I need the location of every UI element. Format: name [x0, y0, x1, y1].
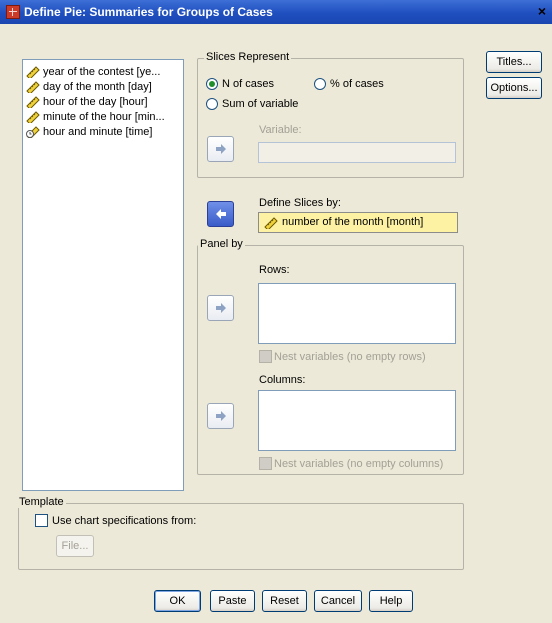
variable-label: Variable:	[259, 124, 302, 136]
list-item-label: hour of the day [hour]	[43, 96, 148, 108]
scale-ruler-icon	[26, 96, 40, 110]
close-icon[interactable]: ×	[534, 3, 550, 19]
window-title: Define Pie: Summaries for Groups of Case…	[24, 5, 273, 19]
slices-represent-legend: Slices Represent	[204, 51, 292, 63]
template-legend: Template	[17, 496, 66, 508]
pct-of-cases-label[interactable]: % of cases	[330, 78, 384, 90]
options-button[interactable]: Options...	[486, 77, 542, 99]
scale-ruler-icon	[26, 111, 40, 125]
nest-rows-label: Nest variables (no empty rows)	[274, 351, 426, 363]
columns-label: Columns:	[259, 374, 306, 386]
chart-app-icon	[6, 5, 20, 19]
rows-list[interactable]	[258, 283, 456, 344]
list-item[interactable]: year of the contest [ye...	[26, 65, 160, 80]
arrow-left-icon	[215, 209, 226, 219]
arrow-right-icon	[215, 411, 226, 421]
list-item[interactable]: hour of the day [hour]	[26, 95, 148, 110]
arrow-right-icon	[215, 144, 226, 154]
sum-of-variable-radio[interactable]	[206, 98, 218, 110]
scale-ruler-icon	[264, 217, 278, 229]
nest-columns-checkbox[interactable]	[259, 457, 272, 470]
pct-of-cases-radio[interactable]	[314, 78, 326, 90]
define-slices-label: Define Slices by:	[259, 197, 341, 209]
move-variable-button[interactable]	[207, 136, 234, 162]
list-item-label: hour and minute [time]	[43, 126, 153, 138]
define-slices-value: number of the month [month]	[282, 216, 424, 228]
cancel-button[interactable]: Cancel	[314, 590, 362, 612]
move-columns-button[interactable]	[207, 403, 234, 429]
reset-button[interactable]: Reset	[262, 590, 307, 612]
use-chart-spec-label[interactable]: Use chart specifications from:	[52, 515, 196, 527]
variable-field[interactable]	[258, 142, 456, 163]
move-define-slices-button[interactable]	[207, 201, 234, 227]
titles-button[interactable]: Titles...	[486, 51, 542, 73]
file-button[interactable]: File...	[56, 535, 94, 557]
arrow-right-icon	[215, 303, 226, 313]
columns-list[interactable]	[258, 390, 456, 451]
list-item-label: year of the contest [ye...	[43, 66, 161, 78]
sum-of-variable-label[interactable]: Sum of variable	[222, 98, 298, 110]
scale-ruler-icon	[26, 81, 40, 95]
use-chart-spec-checkbox[interactable]	[35, 514, 48, 527]
list-item[interactable]: hour and minute [time]	[26, 125, 152, 140]
n-of-cases-radio[interactable]	[206, 78, 218, 90]
ok-button[interactable]: OK	[154, 590, 201, 612]
date-time-ruler-icon	[26, 126, 40, 140]
paste-button[interactable]: Paste	[210, 590, 255, 612]
list-item-label: day of the month [day]	[43, 81, 152, 93]
define-slices-field[interactable]: number of the month [month]	[258, 212, 458, 233]
rows-label: Rows:	[259, 264, 290, 276]
list-item[interactable]: minute of the hour [min...	[26, 110, 165, 125]
nest-columns-label: Nest variables (no empty columns)	[274, 458, 444, 470]
n-of-cases-label[interactable]: N of cases	[222, 78, 274, 90]
move-rows-button[interactable]	[207, 295, 234, 321]
list-item-label: minute of the hour [min...	[43, 111, 165, 123]
nest-rows-checkbox[interactable]	[259, 350, 272, 363]
list-item[interactable]: day of the month [day]	[26, 80, 152, 95]
scale-ruler-icon	[26, 66, 40, 80]
source-variable-list[interactable]: year of the contest [ye... day of the mo…	[22, 59, 184, 491]
title-bar[interactable]: Define Pie: Summaries for Groups of Case…	[0, 0, 552, 24]
help-button[interactable]: Help	[369, 590, 413, 612]
panel-by-legend: Panel by	[198, 238, 245, 250]
